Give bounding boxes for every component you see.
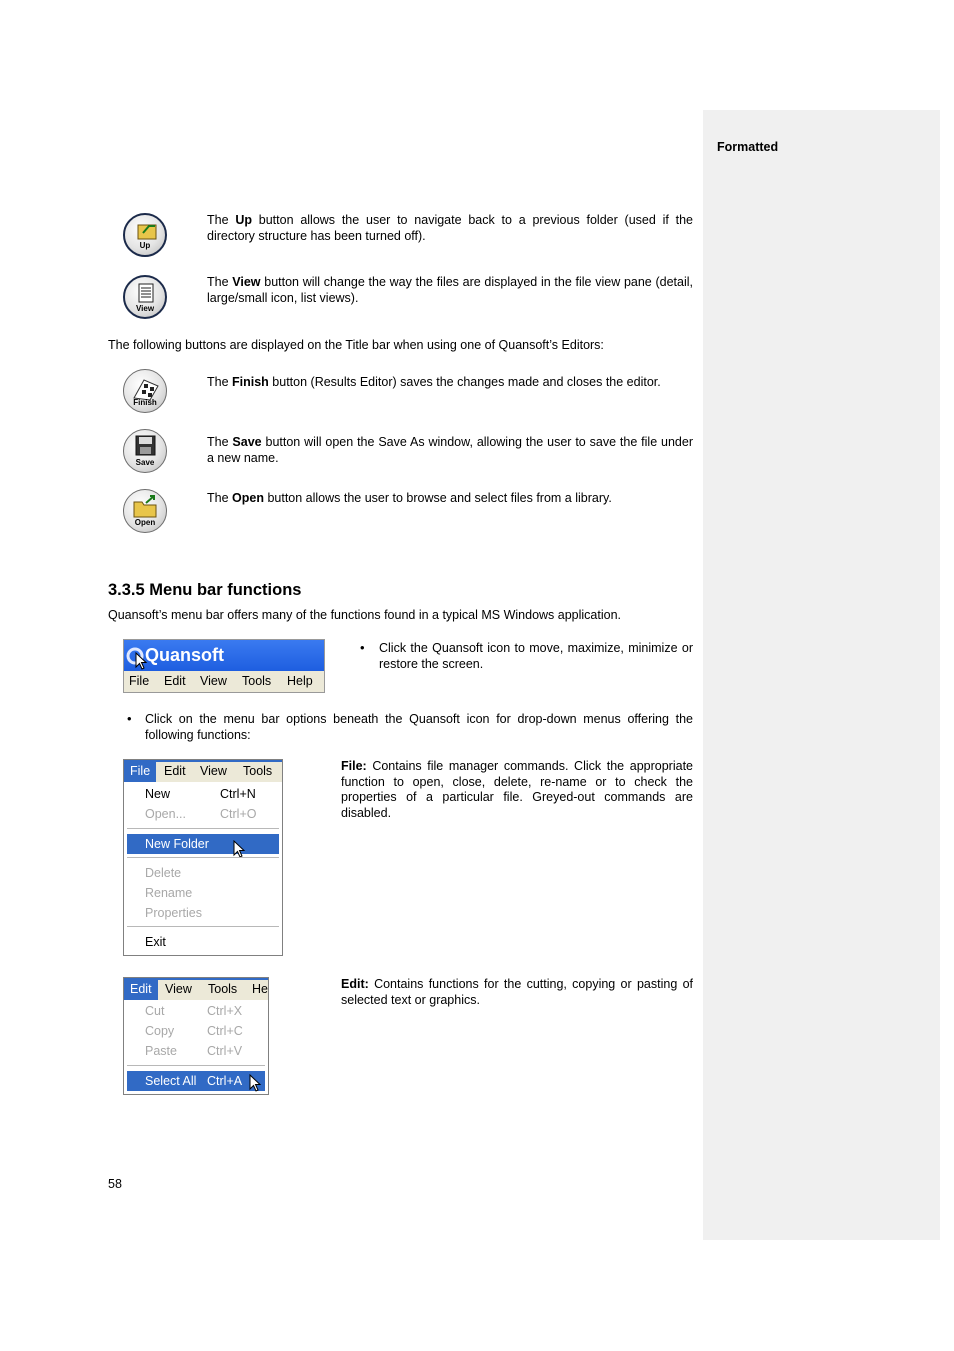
menu-item-new-folder[interactable]: New Folder xyxy=(127,834,279,858)
menu-item-properties[interactable]: Properties xyxy=(127,903,279,923)
menu-item-cut[interactable]: Cut Ctrl+X xyxy=(127,1001,265,1021)
save-disk-icon: Save xyxy=(123,429,167,473)
up-description: The Up button allows the user to navigat… xyxy=(207,213,693,243)
menu-item-delete[interactable]: Delete xyxy=(127,863,279,883)
open-description: The Open button allows the user to brows… xyxy=(207,491,612,505)
menu-edit[interactable]: Edit xyxy=(164,674,186,688)
file-menu-description: File: Contains file manager commands. Cl… xyxy=(341,759,693,820)
menu-separator xyxy=(127,857,279,858)
comment-pane: Formatted xyxy=(703,110,940,1240)
menu-item-paste[interactable]: Paste Ctrl+V xyxy=(127,1041,265,1061)
menu-view[interactable]: View xyxy=(200,674,227,688)
tools-menu-header[interactable]: Tools xyxy=(237,760,278,782)
save-description: The Save button will open the Save As wi… xyxy=(207,435,693,465)
help-menu-header[interactable]: He xyxy=(246,978,274,1000)
finish-icon-label: Finish xyxy=(133,398,157,407)
up-icon-label: Up xyxy=(139,241,151,250)
quansoft-title: Quansoft xyxy=(145,645,224,665)
menu-item-select-all[interactable]: Select All Ctrl+A xyxy=(127,1071,265,1092)
view-icon-label: View xyxy=(135,304,155,313)
bullet-quansoft-icon: Click the Quansoft icon to move, maximiz… xyxy=(379,641,693,671)
menu-item-copy[interactable]: Copy Ctrl+C xyxy=(127,1021,265,1041)
title-bar-intro: The following buttons are displayed on t… xyxy=(108,338,604,352)
bullet: • xyxy=(360,640,365,655)
comment-pane-label: Formatted xyxy=(717,140,779,154)
file-menu-screenshot: File Edit View Tools New Ctrl+N Open... Ct… xyxy=(123,759,283,956)
view-list-icon: View xyxy=(123,275,167,319)
bullet: • xyxy=(127,711,132,726)
quansoft-menu-bar: File Edit View Tools Help xyxy=(124,671,324,693)
quansoft-window-snippet: Quansoft File Edit View Tools Help xyxy=(123,639,325,693)
cursor-icon xyxy=(135,652,148,670)
menu-tools[interactable]: Tools xyxy=(242,674,271,688)
open-icon-label: Open xyxy=(134,518,156,527)
menu-item-exit[interactable]: Exit xyxy=(127,932,279,952)
view-menu-header[interactable]: View xyxy=(159,978,198,1000)
menu-item-rename[interactable]: Rename xyxy=(127,883,279,903)
save-icon-label: Save xyxy=(135,458,155,467)
menu-file[interactable]: File xyxy=(129,674,149,688)
bullet-menu-options: Click on the menu bar options beneath th… xyxy=(145,712,693,742)
menu-separator xyxy=(127,828,279,829)
section-heading: 3.3.5 Menu bar functions xyxy=(108,581,302,599)
menu-separator xyxy=(127,926,279,927)
menu-item-open[interactable]: Open... Ctrl+O xyxy=(127,804,279,824)
file-menu-bar: File Edit View Tools xyxy=(124,760,282,782)
finish-description: The Finish button (Results Editor) saves… xyxy=(207,375,661,389)
finish-flag-icon: Finish xyxy=(123,369,167,413)
edit-menu-header[interactable]: Edit xyxy=(158,760,192,782)
menu-help[interactable]: Help xyxy=(287,674,313,688)
edit-menu-bar: Edit View Tools He xyxy=(124,978,268,1000)
tools-menu-header[interactable]: Tools xyxy=(202,978,243,1000)
cursor-icon xyxy=(249,1074,262,1092)
file-menu-header[interactable]: File xyxy=(124,760,157,782)
view-menu-header[interactable]: View xyxy=(194,760,233,782)
open-folder-icon: Open xyxy=(123,489,167,533)
menu-separator xyxy=(127,1065,265,1066)
page-number: 58 xyxy=(108,1177,122,1191)
edit-menu-description: Edit: Contains functions for the cutting… xyxy=(341,977,693,1007)
section-intro: Quansoft’s menu bar offers many of the f… xyxy=(108,608,622,622)
edit-menu-screenshot: Edit View Tools He Cut Ctrl+X Copy Ctrl+C … xyxy=(123,977,269,1095)
view-description: The View button will change the way the … xyxy=(207,275,693,305)
edit-menu-header[interactable]: Edit xyxy=(124,978,158,1000)
up-folder-icon: Up xyxy=(123,213,167,257)
menu-item-new[interactable]: New Ctrl+N xyxy=(127,784,279,804)
quansoft-title-bar[interactable]: Quansoft xyxy=(124,640,324,671)
